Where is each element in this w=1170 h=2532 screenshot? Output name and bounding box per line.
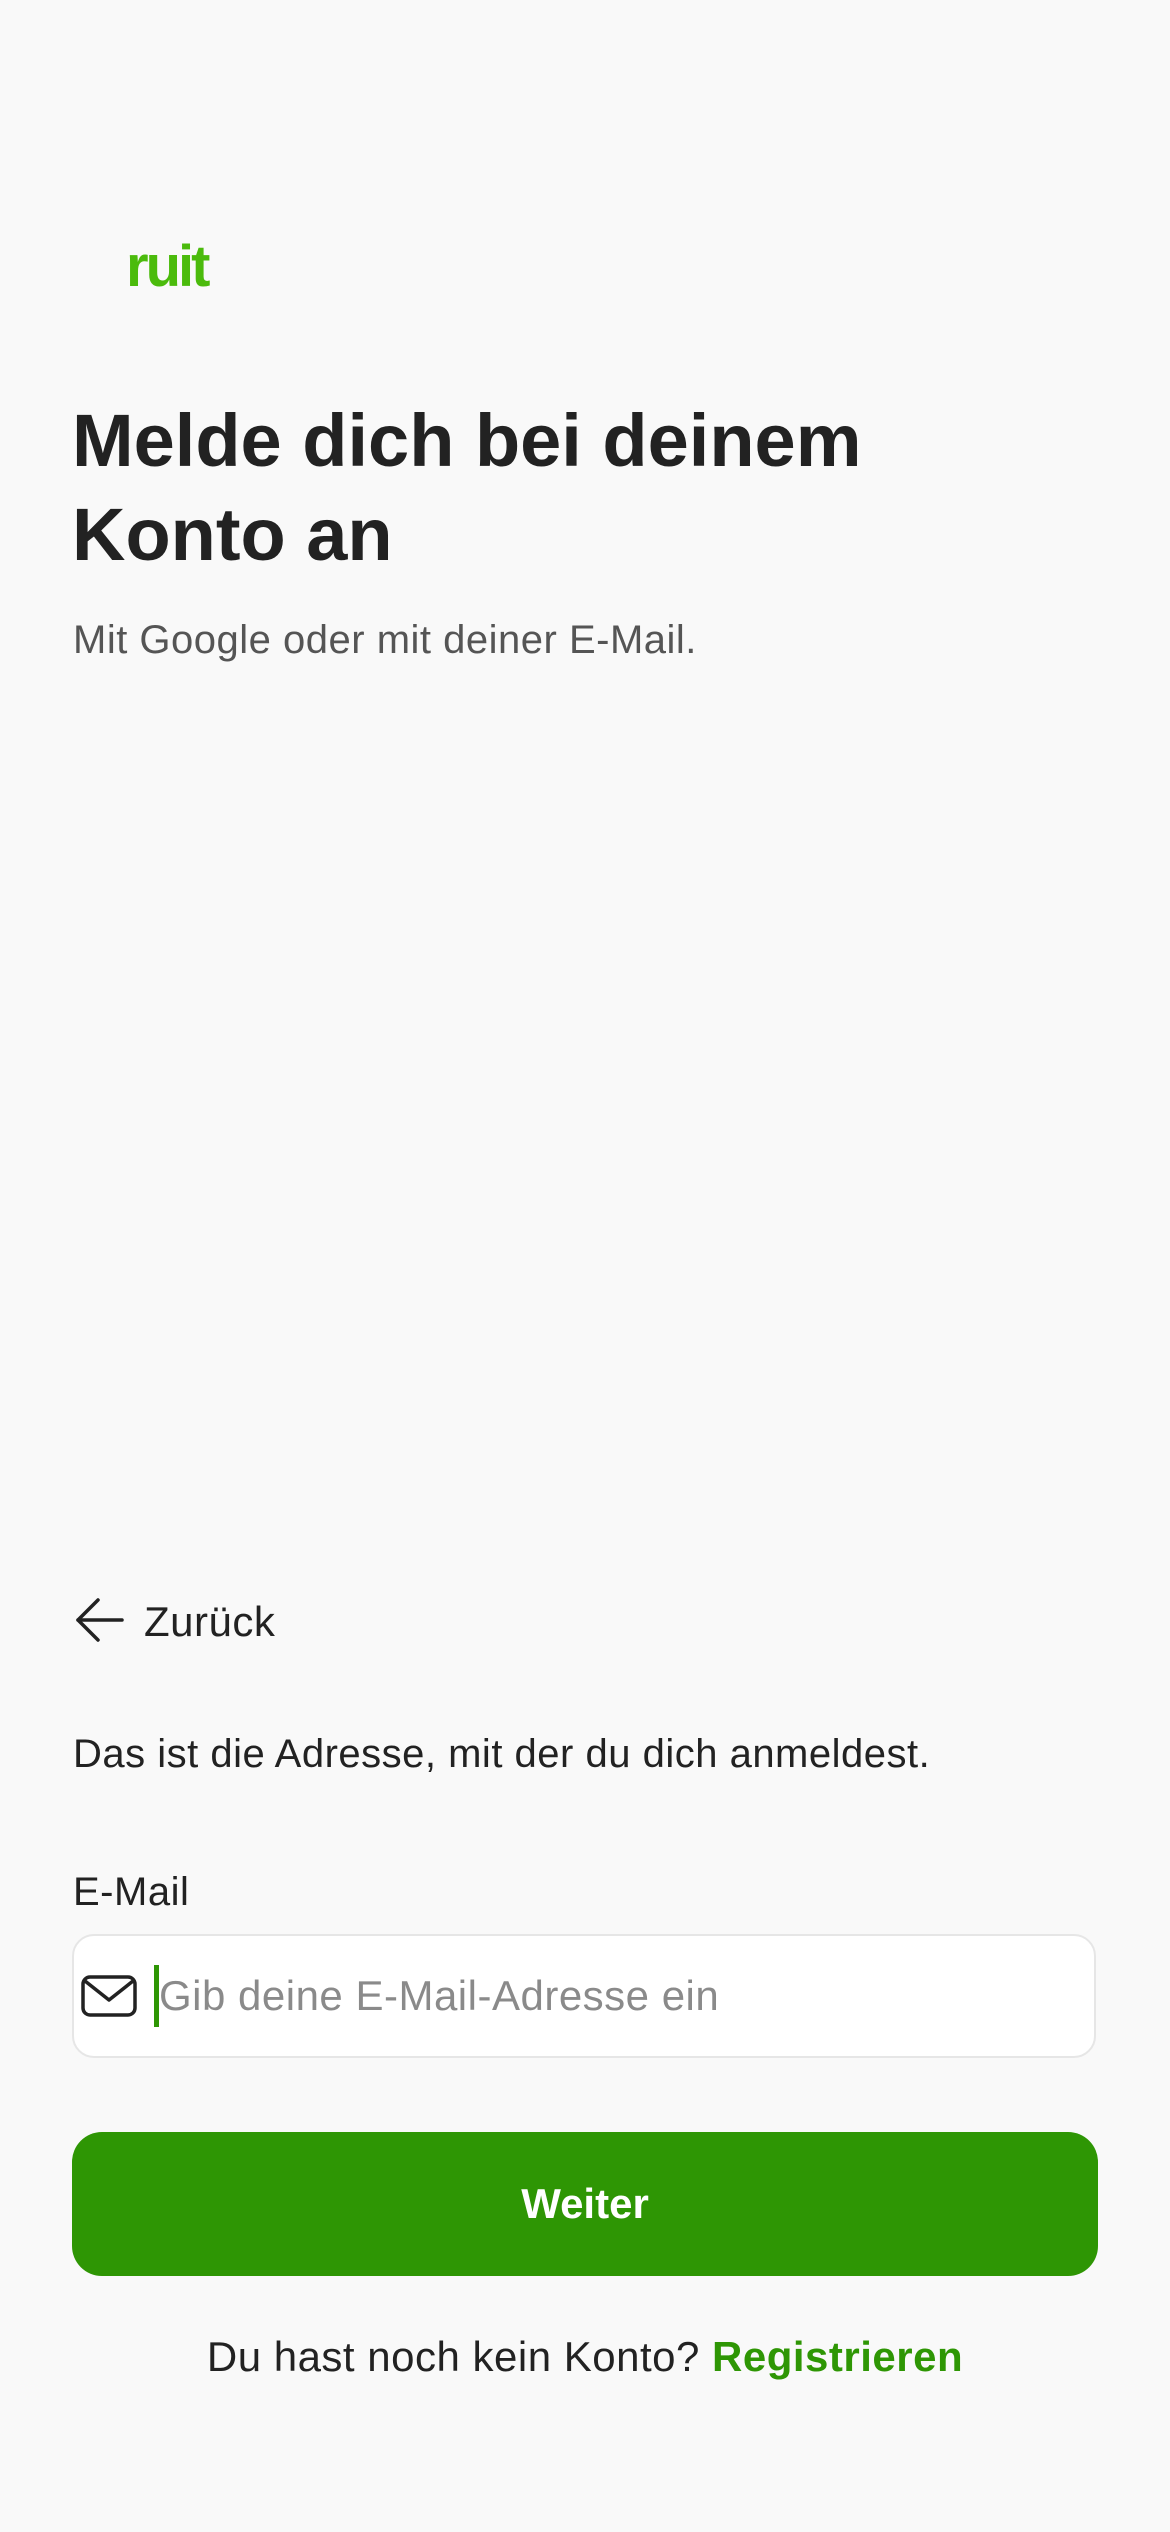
page-title: Melde dich bei deinem Konto an — [72, 399, 862, 576]
continue-button[interactable]: Weiter — [72, 2132, 1098, 2276]
register-link[interactable]: Registrieren — [712, 2333, 963, 2380]
email-label: E-Mail — [73, 1870, 190, 1914]
brand-logo: ruit — [126, 234, 210, 299]
signup-prompt: Du hast noch kein Konto? Registrieren — [0, 2328, 1170, 2386]
email-input[interactable] — [159, 1972, 1039, 2020]
arrow-left-icon — [72, 1592, 128, 1653]
helper-text: Das ist die Adresse, mit der du dich anm… — [73, 1732, 931, 1776]
email-field-container[interactable] — [72, 1934, 1096, 2058]
signup-prompt-text: Du hast noch kein Konto? — [206, 2333, 700, 2380]
back-label: Zurück — [144, 1598, 276, 1645]
back-button[interactable]: Zurück — [72, 1592, 275, 1652]
mail-icon — [80, 1974, 138, 2018]
page-subtitle: Mit Google oder mit deiner E-Mail. — [73, 618, 697, 662]
